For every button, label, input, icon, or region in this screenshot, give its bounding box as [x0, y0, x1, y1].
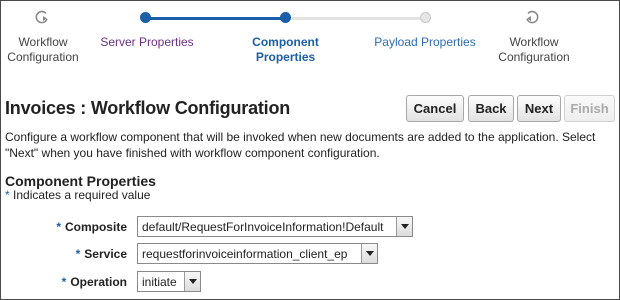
train-stop-payload-properties[interactable]	[420, 12, 431, 23]
operation-value: initiate	[142, 274, 177, 289]
chevron-down-icon[interactable]	[396, 217, 412, 236]
composite-select[interactable]: default/RequestForInvoiceInformation!Def…	[137, 216, 413, 237]
train-rail-pending	[285, 17, 425, 20]
back-button[interactable]: Back	[468, 95, 514, 122]
finish-button: Finish	[564, 95, 615, 122]
train-start-icon[interactable]	[34, 9, 50, 25]
train-rail-completed	[145, 17, 285, 20]
train-label-workflow-configuration-end: Workflow Configuration	[498, 35, 570, 64]
service-label: * Service	[75, 247, 127, 261]
required-star: *	[5, 188, 10, 202]
train-stop-server-properties[interactable]	[140, 12, 151, 23]
train-navigation: Workflow Configuration Server Properties…	[0, 0, 620, 75]
train-end-icon	[526, 10, 539, 24]
chevron-down-icon[interactable]	[361, 244, 377, 263]
train-label-server-properties[interactable]: Server Properties	[92, 35, 202, 50]
service-select[interactable]: requestforinvoiceinformation_client_ep	[137, 243, 378, 264]
page-title: Invoices : Workflow Configuration	[5, 98, 291, 118]
next-button[interactable]: Next	[517, 95, 561, 122]
composite-value: default/RequestForInvoiceInformation!Def…	[142, 219, 384, 234]
cancel-button[interactable]: Cancel	[406, 95, 464, 122]
operation-label: * Operation	[61, 275, 127, 289]
train-label-payload-properties[interactable]: Payload Properties	[366, 35, 484, 50]
operation-select[interactable]: initiate	[137, 271, 201, 292]
train-stop-component-properties	[280, 12, 291, 23]
required-star: *	[75, 247, 81, 261]
required-note-text: Indicates a required value	[13, 188, 151, 202]
service-value: requestforinvoiceinformation_client_ep	[142, 246, 348, 261]
composite-label: * Composite	[56, 220, 127, 234]
instructions-text: Configure a workflow component that will…	[5, 130, 596, 160]
section-title: Component Properties	[5, 173, 156, 189]
required-note: * Indicates a required value	[5, 188, 150, 202]
required-star: *	[61, 275, 67, 289]
train-label-component-properties: Component Properties	[252, 35, 319, 64]
required-star: *	[56, 220, 61, 234]
train-label-workflow-configuration-start[interactable]: Workflow Configuration	[4, 35, 82, 65]
chevron-down-icon[interactable]	[184, 272, 200, 291]
